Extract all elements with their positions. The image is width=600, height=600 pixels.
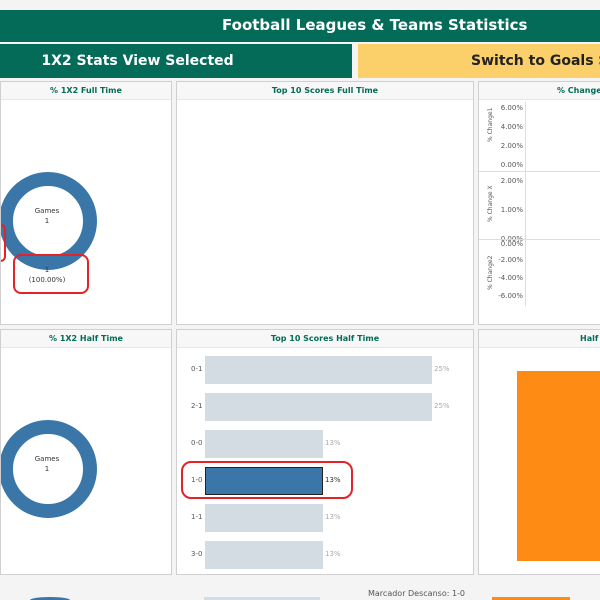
ft-1x2-title: % 1X2 Full Time bbox=[1, 82, 171, 100]
1x2-view-toggle-button[interactable]: 1X2 Stats View Selected bbox=[0, 44, 352, 78]
goals-view-toggle-button[interactable]: Switch to Goals Stats bbox=[358, 44, 600, 78]
changex-axis-label: % Change X bbox=[487, 185, 494, 222]
ft-slice-value: 1 bbox=[44, 266, 50, 274]
changex-tick: 2.00% bbox=[500, 177, 523, 185]
score-bar-label: 2-1 bbox=[191, 402, 203, 410]
top10-ht-panel: Top 10 Scores Half Time 0-1 25% 2-1 25% 0-0 1… bbox=[176, 329, 474, 575]
ht-1x2-title: % 1X2 Half Time bbox=[1, 330, 171, 348]
change2-tick: 0.00% bbox=[500, 240, 523, 248]
score-bar-row[interactable]: 1-1 13% bbox=[177, 504, 467, 534]
score-bar[interactable] bbox=[205, 541, 323, 569]
ht-1x2-panel: % 1X2 Half Time Games 1 bbox=[0, 329, 172, 575]
top10-ft-panel: Top 10 Scores Full Time bbox=[176, 81, 474, 325]
half-time-panel: Half Time bbox=[478, 329, 600, 575]
ft-donut-center-label: Games bbox=[34, 207, 60, 215]
score-bar-row[interactable]: 3-0 13% bbox=[177, 541, 467, 571]
half-time-orange-bar[interactable] bbox=[517, 371, 600, 561]
score-bar-row[interactable]: 2-1 25% bbox=[177, 393, 467, 423]
score-bar-row[interactable]: 0-1 25% bbox=[177, 356, 467, 386]
change2-tick: -4.00% bbox=[498, 274, 523, 282]
score-bar-value: 13% bbox=[325, 513, 341, 521]
ht-donut-center-value: 1 bbox=[44, 465, 50, 473]
ft-donut-center-value: 1 bbox=[44, 217, 50, 225]
bottom-row-strip: Marcador Descanso: 1-0 bbox=[0, 580, 600, 600]
ht-donut-center-label: Games bbox=[34, 455, 60, 463]
score-bar-label: 3-0 bbox=[191, 550, 203, 558]
change2-tick: -2.00% bbox=[498, 256, 523, 264]
change-1x2-title: % Change 1X2 bbox=[479, 82, 600, 100]
score-bar-value: 25% bbox=[434, 402, 450, 410]
top10-ft-title: Top 10 Scores Full Time bbox=[177, 82, 473, 100]
score-bar-label: 0-0 bbox=[191, 439, 203, 447]
score-bar[interactable] bbox=[205, 504, 323, 532]
dashboard-title-bar: Football Leagues & Teams Statistics bbox=[0, 10, 600, 42]
change1-tick: 2.00% bbox=[500, 142, 523, 150]
change-1x2-panel: % Change 1X2 % Change1 6.00% 4.00% 2.00%… bbox=[478, 81, 600, 325]
change-axis-line bbox=[525, 102, 526, 306]
dashboard-title: Football Leagues & Teams Statistics bbox=[222, 16, 528, 34]
score-bar[interactable] bbox=[205, 356, 432, 384]
ht-selected-bar-highlight bbox=[181, 461, 353, 499]
ft-1x2-panel: % 1X2 Full Time Games 1 1 (100.00%) bbox=[0, 81, 172, 325]
bottom-marker-text: Marcador Descanso: 1-0 bbox=[368, 589, 466, 598]
1x2-view-label: 1X2 Stats View Selected bbox=[41, 53, 234, 69]
change1-tick: 4.00% bbox=[500, 123, 523, 131]
score-bar-value: 25% bbox=[434, 365, 450, 373]
score-bar[interactable] bbox=[205, 430, 323, 458]
top10-ht-title: Top 10 Scores Half Time bbox=[177, 330, 473, 348]
changex-tick: 1.00% bbox=[500, 206, 523, 214]
ft-slice-percent: (100.00%) bbox=[28, 276, 66, 284]
goals-view-label: Switch to Goals Stats bbox=[471, 53, 600, 69]
score-bar-label: 0-1 bbox=[191, 365, 203, 373]
score-bar-row[interactable]: 0-0 13% bbox=[177, 430, 467, 460]
half-time-title: Half Time bbox=[479, 330, 600, 348]
score-bar-value: 13% bbox=[325, 550, 341, 558]
change1-tick: 6.00% bbox=[500, 104, 523, 112]
change2-tick: -6.00% bbox=[498, 292, 523, 300]
change-divider bbox=[479, 171, 600, 172]
change1-tick: 0.00% bbox=[500, 161, 523, 169]
score-bar[interactable] bbox=[205, 393, 432, 421]
score-bar-label: 1-1 bbox=[191, 513, 203, 521]
score-bar-value: 13% bbox=[325, 439, 341, 447]
ft-left-highlight bbox=[1, 224, 6, 262]
